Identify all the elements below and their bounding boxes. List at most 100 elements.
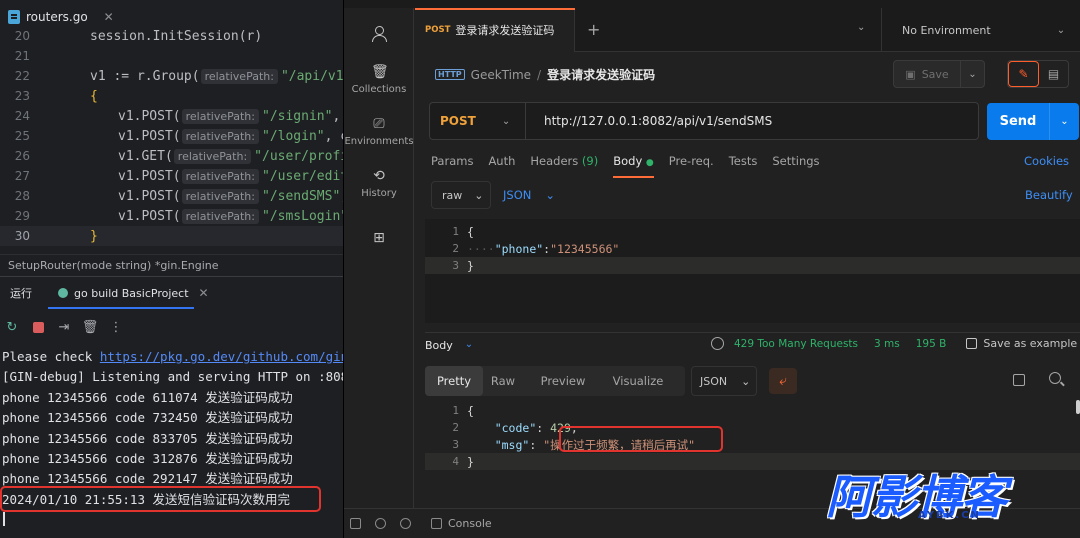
console-link[interactable]: https://pkg.go.dev/github.com/gin (100, 349, 343, 364)
copy-icon[interactable] (1013, 374, 1025, 386)
request-tab[interactable]: POST 登录请求发送验证码 (415, 8, 575, 52)
body-mode-select[interactable]: raw ⌄ (431, 181, 491, 209)
postman-window: 🗑 Collections ⎚ Environments ⟲ History ⊞… (343, 0, 1080, 538)
highlight-box (559, 426, 723, 452)
response-header-bar: Body ⌄ 429 Too Many Requests 3 ms 195 B … (425, 332, 1080, 356)
breadcrumb-collection[interactable]: GeekTime (471, 68, 531, 82)
request-workspace: HTTP GeekTime / 登录请求发送验证码 ▣ Save ⌄ ✎ ▤ P… (415, 52, 1080, 508)
sidebar-item-account[interactable] (344, 26, 414, 44)
run-config-tab[interactable]: go build BasicProject ✕ (58, 286, 209, 300)
soft-wrap-icon[interactable]: ⇥ (56, 319, 72, 335)
tab-body[interactable]: Body ● (613, 154, 654, 178)
wrap-lines-icon[interactable]: ⤶ (769, 368, 797, 394)
url-input[interactable]: http://127.0.0.1:8082/api/v1/sendSMS (526, 114, 978, 128)
view-tab-visualize[interactable]: Visualize (603, 366, 673, 396)
globe-icon[interactable] (711, 337, 724, 350)
search-icon[interactable] (1049, 372, 1061, 384)
response-section-toggle[interactable]: Body ⌄ (425, 339, 473, 352)
console-line: Please check https://pkg.go.dev/github.c… (2, 347, 343, 367)
tab-prereq[interactable]: Pre-req. (669, 154, 714, 174)
view-tab-pretty[interactable]: Pretty (425, 366, 483, 396)
line-number: 27 (14, 169, 30, 183)
tab-title: 登录请求发送验证码 (455, 24, 555, 37)
file-tab-routers-go[interactable]: routers.go ✕ (8, 6, 114, 28)
environments-icon: ⎚ (373, 116, 385, 132)
editor-text: } (467, 258, 474, 273)
tab-params[interactable]: Params (431, 154, 473, 174)
new-tab-icon[interactable]: + (587, 20, 600, 39)
scrollbar[interactable] (1076, 400, 1080, 414)
chevron-down-icon: ⌄ (741, 374, 751, 388)
ide-window: routers.go ✕ 20 session.InitSession(r) 2… (0, 0, 343, 538)
response-body-viewer[interactable]: 1 { 2 "code": 429, 3 "msg": "操作过于频繁，请稍后再… (425, 400, 1080, 480)
console-line: phone 12345566 code 732450 发送验证码成功 (2, 410, 293, 426)
chevron-down-icon: ⌄ (464, 339, 474, 350)
sidebar-item-collections[interactable]: 🗑 Collections (344, 64, 414, 95)
view-tab-preview[interactable]: Preview (523, 366, 603, 396)
save-button[interactable]: ▣ Save (893, 60, 961, 88)
response-size[interactable]: 195 B (916, 338, 947, 350)
line-number: 1 (452, 404, 459, 417)
line-number: 24 (14, 109, 30, 123)
postman-sidebar: 🗑 Collections ⎚ Environments ⟲ History ⊞ (344, 8, 414, 508)
console-button[interactable]: Console (431, 517, 492, 530)
save-icon: ▣ (905, 67, 916, 81)
chevron-down-icon: ⌄ (1056, 24, 1066, 36)
tab-auth[interactable]: Auth (488, 154, 515, 174)
code-text: session.InitSession(r) (90, 28, 263, 44)
tab-settings[interactable]: Settings (772, 154, 819, 174)
code-editor[interactable]: 20 session.InitSession(r) 21 22 v1 := r.… (0, 26, 343, 254)
request-config-tabs: Params Auth Headers (9) Body ● Pre-req. … (431, 154, 835, 178)
breadcrumb-request[interactable]: 登录请求发送验证码 (547, 66, 655, 83)
run-config-label: go build BasicProject (74, 286, 189, 300)
request-body-editor[interactable]: 1 { 2 ····"phone":"12345566" 3 } (425, 219, 1080, 323)
sidebar-item-apps[interactable]: ⊞ (344, 230, 414, 250)
title-strip (344, 0, 1080, 8)
save-as-example-button[interactable]: Save as example (966, 337, 1077, 350)
more-options-icon[interactable]: ⋮ (108, 319, 124, 335)
chevron-down-icon: ⌄ (474, 188, 484, 202)
save-icon (966, 338, 978, 349)
send-button[interactable]: Send ⌄ (987, 103, 1079, 140)
beautify-link[interactable]: Beautify (1025, 188, 1073, 202)
method-select[interactable]: POST ⌄ (430, 103, 526, 139)
tab-headers[interactable]: Headers (9) (530, 154, 598, 174)
close-icon[interactable]: ✕ (199, 286, 209, 300)
edit-mode-pencil-icon[interactable]: ✎ (1008, 61, 1039, 87)
send-dropdown-chevron-icon[interactable]: ⌄ (1049, 103, 1079, 140)
param-hint: relativePath: (181, 168, 259, 184)
body-mode-label: raw (442, 188, 463, 202)
view-tab-raw[interactable]: Raw (483, 366, 523, 396)
environment-select[interactable]: No Environment ⌄ (881, 8, 1080, 52)
stop-icon[interactable] (30, 319, 46, 335)
chevron-down-icon: ⌄ (968, 68, 977, 80)
code-brace: } (90, 228, 98, 244)
trash-icon[interactable]: 🗑 (82, 319, 99, 335)
history-icon: ⟲ (373, 168, 385, 184)
toggle-sidebar-icon[interactable] (350, 518, 361, 529)
code-breadcrumb[interactable]: SetupRouter(mode string) *gin.Engine (0, 254, 343, 276)
documentation-icon[interactable]: ▤ (1039, 61, 1068, 87)
close-icon[interactable]: ✕ (104, 10, 114, 24)
body-format-select[interactable]: JSON ⌄ (503, 188, 555, 202)
sidebar-item-history[interactable]: ⟲ History (344, 168, 414, 199)
tabs-overflow-chevron-icon[interactable]: ⌄ (857, 22, 865, 33)
code-line: 29 v1.POST(relativePath:"/smsLogin", (0, 206, 343, 226)
save-dropdown-button[interactable]: ⌄ (961, 60, 985, 88)
console-label: Console (448, 517, 492, 530)
tab-tests[interactable]: Tests (729, 154, 758, 174)
response-format-select[interactable]: JSON ⌄ (691, 366, 757, 396)
run-tabs: 运行 go build BasicProject ✕ (0, 277, 343, 309)
online-status-icon[interactable] (375, 518, 386, 529)
run-tool-window: 运行 go build BasicProject ✕ ↻ ⇥ 🗑 ⋮ Pleas… (0, 276, 343, 538)
sidebar-item-environments[interactable]: ⎚ Environments (344, 116, 414, 147)
rerun-icon[interactable]: ↻ (4, 319, 20, 335)
watermark-logo: 阿影博客 AYBK.CN (826, 470, 1066, 532)
console-line: phone 12345566 code 312876 发送验证码成功 (2, 450, 293, 466)
line-number: 23 (14, 89, 30, 103)
find-replace-icon[interactable] (400, 518, 411, 529)
response-status[interactable]: 429 Too Many Requests (734, 338, 858, 350)
code-text: v1.GET(relativePath:"/user/profil (118, 148, 343, 164)
response-time[interactable]: 3 ms (874, 338, 900, 350)
cookies-link[interactable]: Cookies (1024, 154, 1069, 168)
